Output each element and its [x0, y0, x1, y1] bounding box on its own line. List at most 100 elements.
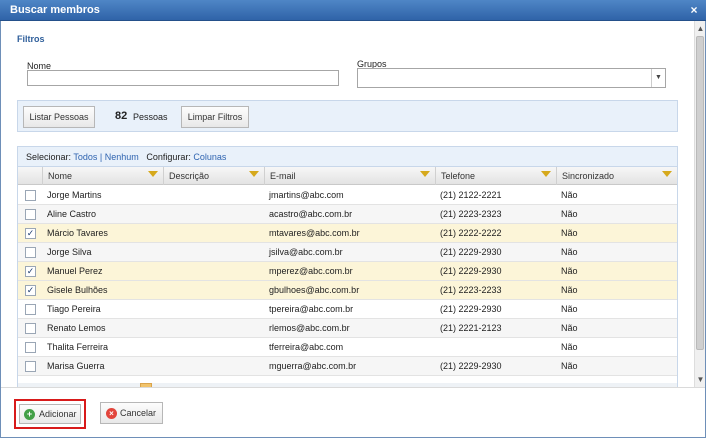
close-icon[interactable]: × — [688, 0, 700, 21]
cell-descricao — [163, 300, 264, 319]
scrollbar-thumb[interactable] — [696, 36, 704, 350]
cell-descricao — [163, 205, 264, 224]
header-email-label: E-mail — [270, 171, 296, 181]
table-row[interactable]: Renato Lemos rlemos@abc.com.br (21) 2221-2… — [18, 319, 677, 338]
funnel-icon[interactable] — [662, 171, 672, 177]
select-separator: | — [99, 152, 103, 162]
cell-sincronizado: Não — [561, 228, 578, 238]
cell-telefone: (21) 2229-2930 — [440, 361, 502, 371]
cell-email: mperez@abc.com.br — [269, 266, 353, 276]
select-none-link[interactable]: Nenhum — [105, 152, 139, 162]
table-row[interactable]: ✓ Gisele Bulhões gbulhoes@abc.com.br (21) 2… — [18, 281, 677, 300]
cell-email: acastro@abc.com.br — [269, 209, 353, 219]
cancel-button[interactable]: × Cancelar — [100, 402, 163, 424]
select-all-link[interactable]: Todos — [73, 152, 97, 162]
cell-nome: Marisa Guerra — [47, 361, 105, 371]
row-checkbox[interactable] — [25, 323, 36, 334]
table-row[interactable]: Tiago Pereira tpereira@abc.com.br (21) 222… — [18, 300, 677, 319]
add-button-highlight: + Adicionar — [14, 399, 86, 429]
list-people-button[interactable]: Listar Pessoas — [23, 106, 95, 128]
table-row[interactable]: ✓ Márcio Tavares mtavares@abc.com.br (21) 2… — [18, 224, 677, 243]
cell-email: tferreira@abc.com — [269, 342, 344, 352]
row-checkbox[interactable]: ✓ — [25, 266, 36, 277]
cell-telefone — [435, 338, 556, 357]
table-row[interactable]: Jorge Silva jsilva@abc.com.br (21) 2229-29… — [18, 243, 677, 262]
table-row[interactable]: Thalita Ferreira tferreira@abc.com Não — [18, 338, 677, 357]
cancel-button-label: Cancelar — [120, 408, 157, 418]
add-button[interactable]: + Adicionar — [19, 404, 81, 424]
header-descricao[interactable]: Descrição — [163, 167, 264, 185]
plus-circle-icon: + — [24, 409, 35, 420]
header-checkbox-col — [18, 167, 42, 185]
funnel-icon[interactable] — [249, 171, 259, 177]
cell-sincronizado: Não — [561, 209, 578, 219]
dialog-title-bar: Buscar membros × — [0, 0, 706, 21]
table-row[interactable]: Aline Castro acastro@abc.com.br (21) 2223-… — [18, 205, 677, 224]
cell-descricao — [163, 262, 264, 281]
cell-email: tpereira@abc.com.br — [269, 304, 354, 314]
cell-nome: Tiago Pereira — [47, 304, 101, 314]
cell-nome: Jorge Martins — [47, 190, 102, 200]
cell-telefone: (21) 2222-2222 — [440, 228, 502, 238]
members-grid: Selecionar: Todos | Nenhum Configurar: C… — [17, 146, 678, 387]
chevron-down-icon[interactable]: ▼ — [651, 69, 665, 87]
row-checkbox[interactable]: ✓ — [25, 285, 36, 296]
add-button-label: Adicionar — [39, 409, 77, 419]
row-checkbox[interactable] — [25, 342, 36, 353]
row-checkbox[interactable]: ✓ — [25, 228, 36, 239]
cell-nome: Manuel Perez — [47, 266, 103, 276]
clear-filters-button[interactable]: Limpar Filtros — [181, 106, 249, 128]
cell-sincronizado: Não — [561, 285, 578, 295]
header-sincronizado-label: Sincronizado — [562, 171, 615, 181]
cell-telefone: (21) 2229-2930 — [440, 304, 502, 314]
grid-header: Nome Descrição E-mail Telefone Sincroniz… — [18, 167, 677, 185]
table-row[interactable]: Jorge Martins jmartins@abc.com (21) 2122-2… — [18, 186, 677, 205]
funnel-icon[interactable] — [420, 171, 430, 177]
row-checkbox[interactable] — [25, 209, 36, 220]
cell-email: gbulhoes@abc.com.br — [269, 285, 360, 295]
filter-action-bar: Listar Pessoas 82 Pessoas Limpar Filtros — [17, 100, 678, 132]
header-nome-label: Nome — [48, 171, 73, 181]
cell-descricao — [163, 338, 264, 357]
cell-descricao — [163, 357, 264, 376]
row-checkbox[interactable] — [25, 190, 36, 201]
dialog-scroll-area: Filtros Nome Grupos ▼ Listar Pessoas 82 … — [1, 21, 694, 387]
columns-link[interactable]: Colunas — [193, 152, 226, 162]
row-checkbox[interactable] — [25, 361, 36, 372]
people-count: 82 — [115, 110, 128, 122]
cell-descricao — [163, 224, 264, 243]
cell-sincronizado: Não — [561, 247, 578, 257]
row-checkbox[interactable] — [25, 247, 36, 258]
table-row[interactable]: Marisa Guerra mguerra@abc.com.br (21) 2229… — [18, 357, 677, 376]
scroll-down-icon[interactable]: ▼ — [695, 374, 706, 385]
cell-descricao — [163, 319, 264, 338]
row-checkbox[interactable] — [25, 304, 36, 315]
cell-email: jsilva@abc.com.br — [269, 247, 343, 257]
cell-sincronizado: Não — [561, 361, 578, 371]
x-circle-icon: × — [106, 408, 117, 419]
funnel-icon[interactable] — [148, 171, 158, 177]
cell-telefone: (21) 2229-2930 — [440, 266, 502, 276]
cell-email: jmartins@abc.com — [269, 190, 344, 200]
scroll-up-icon[interactable]: ▲ — [695, 23, 706, 34]
header-descricao-label: Descrição — [169, 171, 210, 181]
vertical-scrollbar[interactable]: ▲ ▼ — [694, 21, 705, 387]
cell-sincronizado: Não — [561, 266, 578, 276]
cell-sincronizado: Não — [561, 304, 578, 314]
cell-telefone: (21) 2122-2221 — [440, 190, 502, 200]
cell-telefone: (21) 2223-2233 — [440, 285, 502, 295]
header-email[interactable]: E-mail — [264, 167, 435, 185]
header-nome[interactable]: Nome — [42, 167, 163, 185]
header-telefone[interactable]: Telefone — [435, 167, 556, 185]
cell-nome: Gisele Bulhões — [47, 285, 108, 295]
funnel-icon[interactable] — [541, 171, 551, 177]
nome-input[interactable] — [27, 70, 339, 86]
table-row[interactable]: ✓ Manuel Perez mperez@abc.com.br (21) 2229-… — [18, 262, 677, 281]
cell-nome: Aline Castro — [47, 209, 97, 219]
cell-nome: Renato Lemos — [47, 323, 106, 333]
people-count-label: Pessoas — [133, 112, 168, 122]
cell-email: rlemos@abc.com.br — [269, 323, 350, 333]
grupos-select[interactable]: ▼ — [357, 68, 666, 88]
header-sincronizado[interactable]: Sincronizado — [556, 167, 677, 185]
cell-sincronizado: Não — [561, 342, 578, 352]
